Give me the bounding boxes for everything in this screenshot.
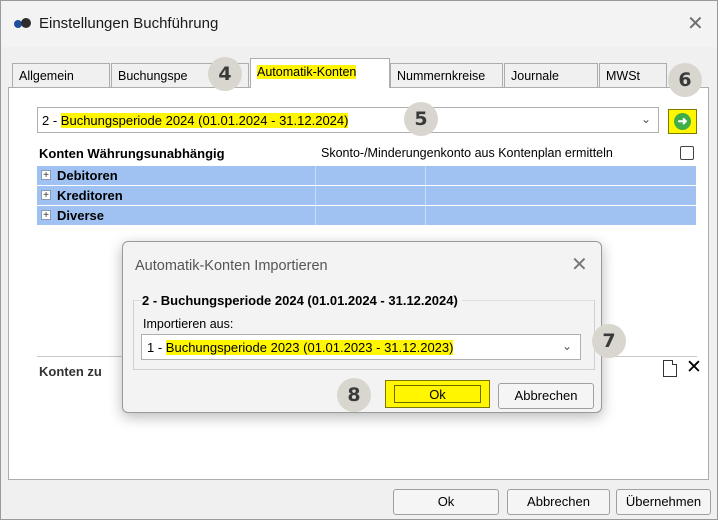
group-row-diverse[interactable]: + Diverse (37, 206, 696, 225)
import-source-period: Buchungsperiode 2023 (01.01.2023 - 31.12… (165, 340, 454, 355)
dialog-title: Automatik-Konten Importieren (135, 258, 328, 274)
period-value: Buchungsperiode 2024 (01.01.2024 - 31.12… (60, 113, 349, 128)
tab-journale[interactable]: Journale (504, 63, 598, 87)
page-fold (672, 360, 677, 365)
group-row-kreditoren[interactable]: + Kreditoren (37, 186, 696, 205)
tab-label: Nummernkreise (397, 69, 486, 83)
ok-button[interactable]: Ok (393, 489, 499, 515)
skonto-label: Skonto-/Minderungenkonto aus Kontenplan … (321, 146, 613, 160)
group-label: Debitoren (57, 168, 118, 183)
dialog-cancel-button[interactable]: Abbrechen (498, 383, 594, 409)
app-icon (14, 18, 31, 28)
cell-divider (425, 166, 426, 185)
step-badge-7: 7 (592, 324, 626, 358)
dialog-ok-label: Ok (394, 385, 481, 403)
cancel-button[interactable]: Abbrechen (507, 489, 610, 515)
period-select-value: 2 - Buchungsperiode 2024 (01.01.2024 - 3… (42, 113, 349, 128)
title-bar: Einstellungen Buchführung ✕ (1, 1, 717, 47)
konten-zu-label: Konten zu (39, 364, 102, 379)
close-icon[interactable]: ✕ (571, 252, 588, 276)
tab-mwst[interactable]: MWSt (599, 63, 667, 87)
dialog-heading: 2 - Buchungsperiode 2024 (01.01.2024 - 3… (142, 293, 462, 308)
close-icon[interactable]: ✕ (687, 11, 704, 35)
step-badge-5: 5 (404, 102, 438, 136)
arrow-right-icon: ➜ (674, 113, 691, 130)
step-badge-4: 4 (208, 57, 242, 91)
cell-divider (425, 206, 426, 225)
group-row-debitoren[interactable]: + Debitoren (37, 166, 696, 185)
cell-divider (425, 186, 426, 205)
go-button[interactable]: ➜ (668, 109, 697, 134)
tab-label: Automatik-Konten (257, 65, 357, 79)
import-source-select[interactable]: 1 - Buchungsperiode 2023 (01.01.2023 - 3… (141, 334, 581, 360)
dialog-ok-button[interactable]: Ok (385, 380, 490, 408)
tab-label: Allgemein (19, 69, 74, 83)
expand-icon[interactable]: + (41, 210, 51, 221)
cell-divider (315, 206, 316, 225)
tab-automatik-konten[interactable]: Automatik-Konten (250, 58, 390, 88)
period-select[interactable]: 2 - Buchungsperiode 2024 (01.01.2024 - 3… (37, 107, 659, 133)
expand-icon[interactable]: + (41, 170, 51, 181)
step-badge-6: 6 (668, 63, 702, 97)
period-prefix: 2 - (42, 113, 61, 128)
step-badge-8: 8 (337, 378, 371, 412)
chevron-down-icon: ⌄ (641, 112, 652, 126)
tab-allgemein[interactable]: Allgemein (12, 63, 110, 87)
group-label: Diverse (57, 208, 104, 223)
apply-button[interactable]: Übernehmen (616, 489, 711, 515)
konten-header: Konten Währungsunabhängig (39, 146, 225, 161)
skonto-checkbox[interactable] (680, 146, 694, 160)
window-title: Einstellungen Buchführung (39, 15, 219, 32)
tab-label: Journale (511, 69, 559, 83)
tab-nummernkreise[interactable]: Nummernkreise (390, 63, 503, 87)
import-source-value: 1 - Buchungsperiode 2023 (01.01.2023 - 3… (147, 340, 454, 355)
import-from-label: Importieren aus: (143, 317, 234, 331)
settings-window: Einstellungen Buchführung ✕ Allgemein Bu… (0, 0, 718, 520)
tab-label: Buchungspe (118, 69, 188, 83)
chevron-down-icon: ⌄ (562, 339, 573, 353)
tab-label: MWSt (606, 69, 641, 83)
group-label: Kreditoren (57, 188, 123, 203)
cell-divider (315, 166, 316, 185)
import-dialog: Automatik-Konten Importieren ✕ 2 - Buchu… (122, 241, 626, 413)
cell-divider (315, 186, 316, 205)
delete-icon[interactable]: ✕ (686, 356, 702, 378)
import-source-prefix: 1 - (147, 340, 166, 355)
new-document-icon[interactable] (663, 360, 677, 377)
expand-icon[interactable]: + (41, 190, 51, 201)
